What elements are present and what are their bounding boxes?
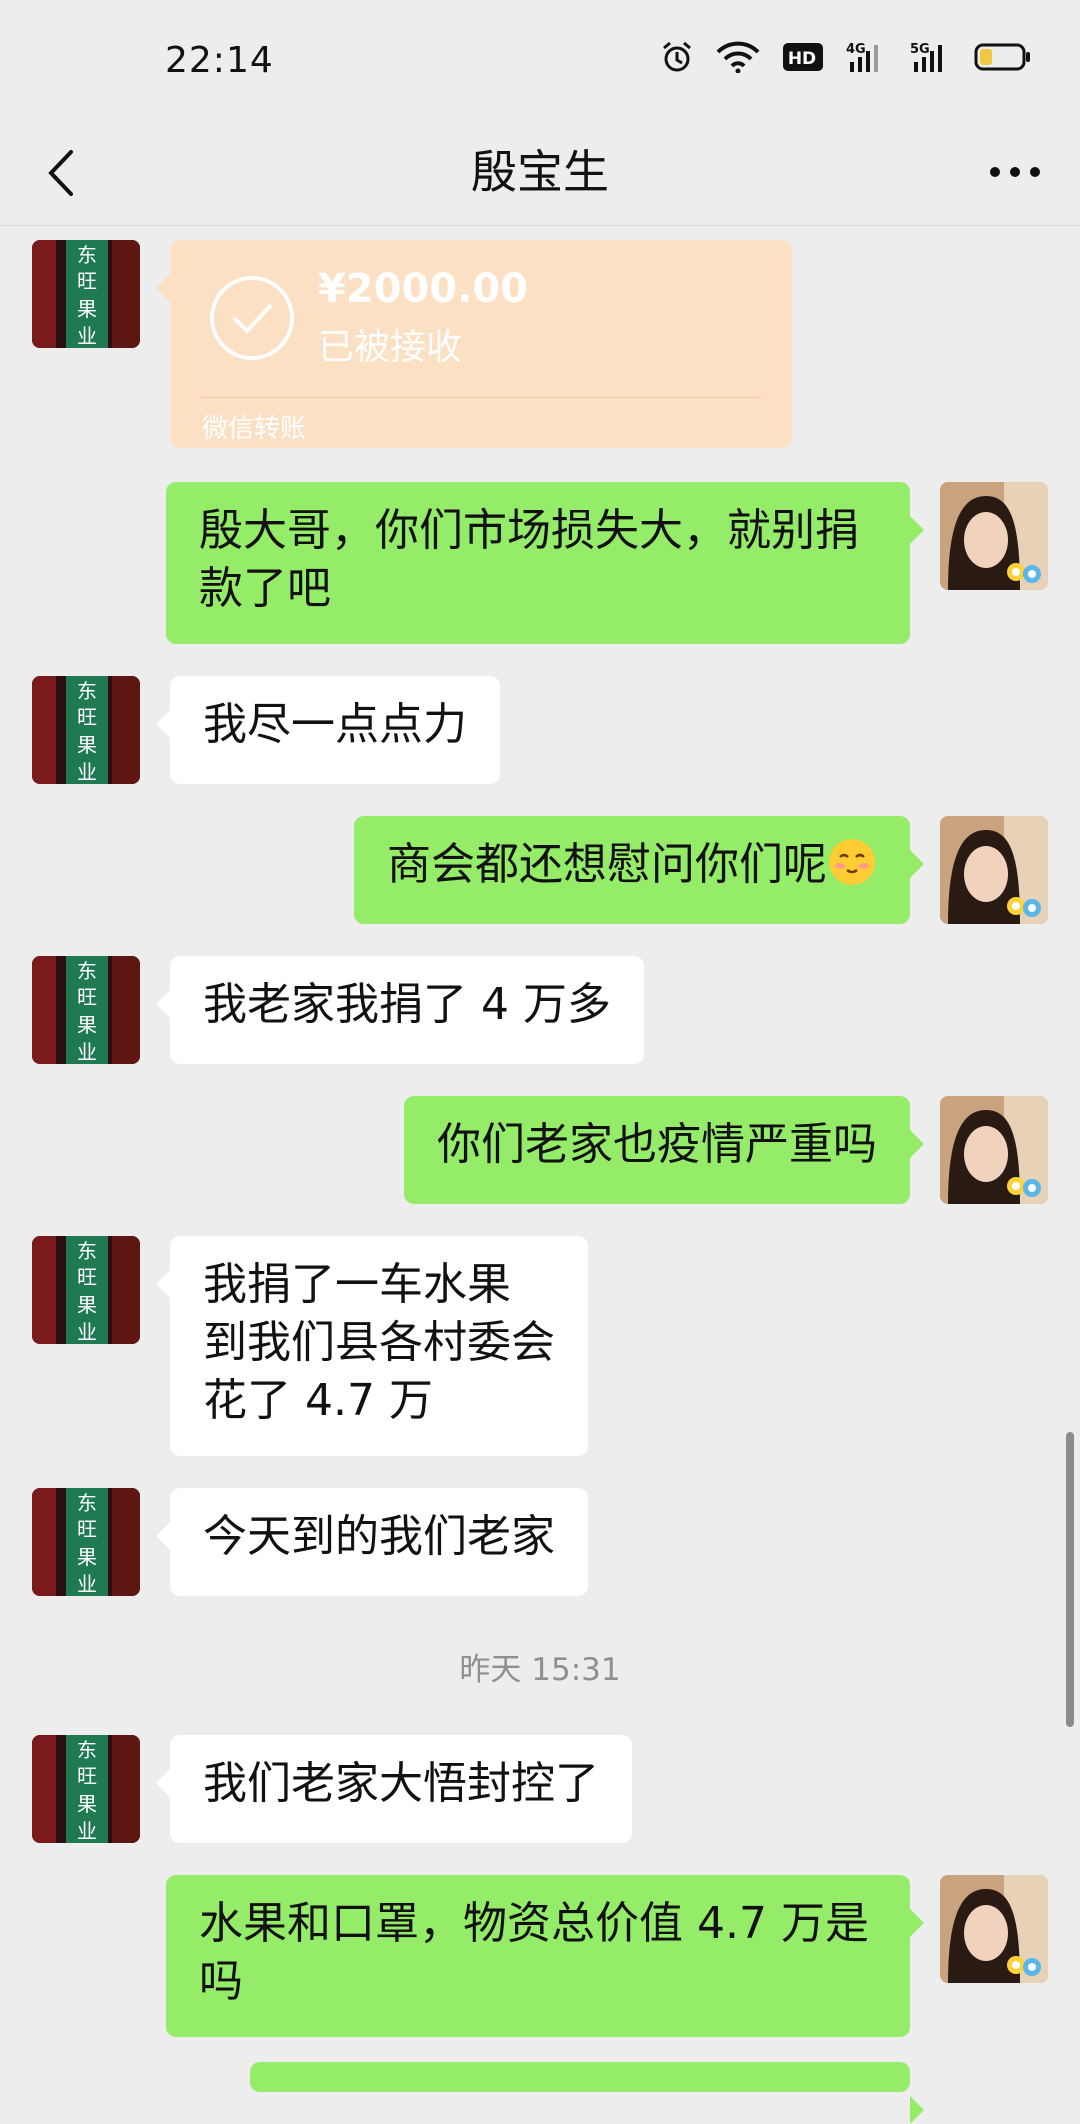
transfer-amount: ¥2000.00 xyxy=(318,266,529,312)
contact-avatar[interactable]: 东旺果业 xyxy=(32,1735,140,1843)
svg-text:业: 业 xyxy=(77,1040,97,1064)
message-bubble-sent[interactable]: 水果和口罩，物资总价值 4.7 万是 吗 xyxy=(166,1875,924,2037)
signal-5g-icon: 5G xyxy=(910,40,952,74)
message-bubble-received[interactable]: 今天到的我们老家 xyxy=(156,1488,588,1596)
svg-text:东: 东 xyxy=(77,1239,97,1263)
transfer-label: 微信转账 xyxy=(202,414,307,444)
message-bubble-received[interactable]: 我老家我捐了 4 万多 xyxy=(156,956,644,1064)
my-avatar[interactable] xyxy=(940,1096,1048,1204)
svg-text:果: 果 xyxy=(77,1013,97,1037)
svg-text:果: 果 xyxy=(77,1792,97,1816)
user-photo-avatar-icon xyxy=(940,1875,1048,1983)
blush-emoji-icon xyxy=(829,839,875,885)
svg-text:旺: 旺 xyxy=(77,1517,97,1541)
wifi-icon xyxy=(716,41,760,73)
message-bubble-sent-partial[interactable] xyxy=(250,2062,924,2124)
user-photo-avatar-icon xyxy=(940,482,1048,590)
svg-text:果: 果 xyxy=(77,733,97,757)
message-bubble-sent[interactable]: 殷大哥，你们市场损失大，就别捐 款了吧 xyxy=(166,482,924,644)
svg-text:业: 业 xyxy=(77,760,97,784)
shop-sign-avatar-icon: 东旺果业 xyxy=(32,1488,140,1596)
svg-text:业: 业 xyxy=(77,1320,97,1344)
svg-text:旺: 旺 xyxy=(77,1265,97,1289)
svg-text:东: 东 xyxy=(77,1738,97,1762)
shop-sign-avatar-icon: 东旺果业 xyxy=(32,1735,140,1843)
svg-text:果: 果 xyxy=(77,297,97,321)
message-bubble-received[interactable]: 我捐了一车水果 到我们县各村委会 花了 4.7 万 xyxy=(156,1236,588,1456)
battery-icon xyxy=(974,42,1032,72)
message-bubble-received[interactable]: 我们老家大悟封控了 xyxy=(156,1735,632,1843)
svg-text:HD: HD xyxy=(788,49,816,69)
svg-text:业: 业 xyxy=(77,1819,97,1843)
shop-sign-avatar-icon: 东旺果业 xyxy=(32,956,140,1064)
svg-text:5G: 5G xyxy=(910,42,930,57)
svg-text:东: 东 xyxy=(77,243,97,267)
transfer-card[interactable]: ¥2000.00 已被接收 微信转账 xyxy=(156,240,792,448)
scrollbar[interactable] xyxy=(1066,1432,1074,1727)
svg-text:果: 果 xyxy=(77,1293,97,1317)
alarm-icon xyxy=(660,40,694,74)
status-bar: 22:14 HD 4G 5G xyxy=(0,0,1080,120)
chat-title: 殷宝生 xyxy=(471,145,609,199)
contact-avatar[interactable]: 东旺果业 xyxy=(32,1236,140,1344)
svg-text:东: 东 xyxy=(77,1491,97,1515)
message-bubble-sent[interactable]: 你们老家也疫情严重吗 xyxy=(404,1096,924,1204)
message-bubble-sent[interactable]: 商会都还想慰问你们呢 xyxy=(354,816,924,924)
svg-text:4G: 4G xyxy=(846,42,866,57)
more-icon xyxy=(990,167,1040,177)
my-avatar[interactable] xyxy=(940,816,1048,924)
my-avatar[interactable] xyxy=(940,482,1048,590)
svg-text:旺: 旺 xyxy=(77,269,97,293)
contact-avatar[interactable]: 东旺果业 xyxy=(32,676,140,784)
shop-sign-avatar-icon: 东旺果业 xyxy=(32,1236,140,1344)
svg-text:旺: 旺 xyxy=(77,705,97,729)
svg-text:东: 东 xyxy=(77,959,97,983)
message-bubble-received[interactable]: 我尽一点点力 xyxy=(156,676,500,784)
contact-avatar[interactable]: 东旺果业 xyxy=(32,1488,140,1596)
contact-avatar[interactable]: 东旺果业 xyxy=(32,956,140,1064)
svg-text:东: 东 xyxy=(77,679,97,703)
divider xyxy=(200,397,762,398)
more-button[interactable] xyxy=(980,142,1050,202)
check-circle-icon xyxy=(210,276,294,360)
user-photo-avatar-icon xyxy=(940,1096,1048,1204)
chat-header: 殷宝生 xyxy=(0,120,1080,226)
transfer-status: 已被接收 xyxy=(318,327,463,368)
hd-icon: HD xyxy=(782,42,824,72)
shop-sign-avatar-icon: 东旺果业 xyxy=(32,240,140,348)
svg-text:旺: 旺 xyxy=(77,985,97,1009)
user-photo-avatar-icon xyxy=(940,816,1048,924)
message-text: 商会都还想慰问你们呢 xyxy=(387,839,827,890)
svg-text:业: 业 xyxy=(77,1572,97,1596)
status-icons: HD 4G 5G xyxy=(660,40,1032,74)
signal-4g-icon: 4G xyxy=(846,40,888,74)
my-avatar[interactable] xyxy=(940,1875,1048,1983)
contact-avatar[interactable]: 东旺果业 xyxy=(32,240,140,348)
svg-text:旺: 旺 xyxy=(77,1764,97,1788)
svg-text:果: 果 xyxy=(77,1545,97,1569)
status-time: 22:14 xyxy=(165,40,274,81)
svg-text:业: 业 xyxy=(77,324,97,348)
message-timestamp: 昨天 15:31 xyxy=(459,1652,621,1688)
shop-sign-avatar-icon: 东旺果业 xyxy=(32,676,140,784)
